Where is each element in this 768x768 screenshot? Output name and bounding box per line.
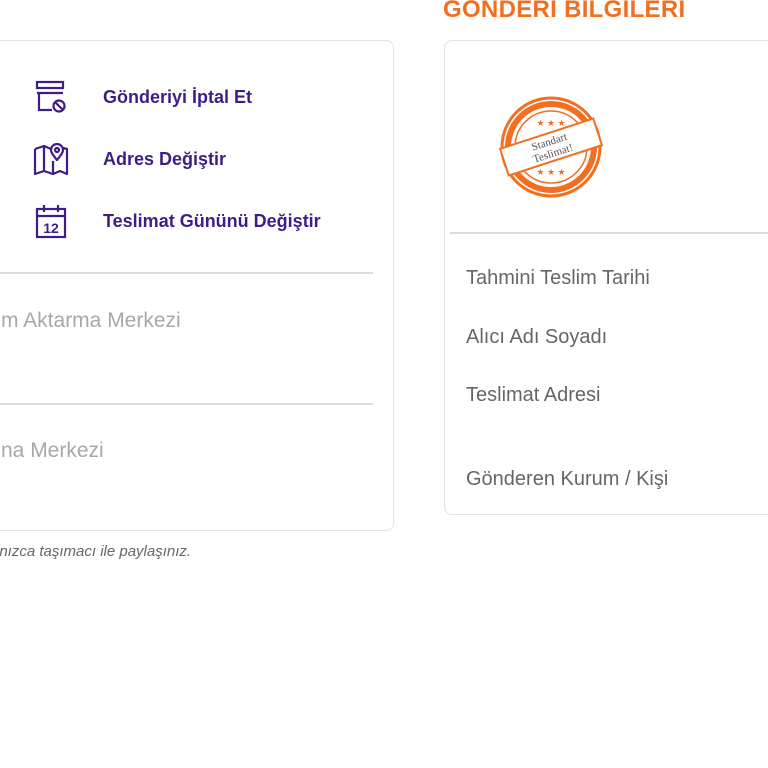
estimated-delivery-date-label: Tahmini Teslim Tarihi — [466, 267, 650, 289]
divider — [0, 403, 373, 405]
shipment-actions-card: Gönderiyi İptal Et Adres Değiştir 12 Tes… — [0, 40, 394, 531]
sender-label: Gönderen Kurum / Kişi — [466, 468, 669, 490]
destination-center-name: na Merkezi — [1, 439, 104, 462]
divider — [0, 272, 373, 274]
delivery-address-label: Teslimat Adresi — [466, 384, 601, 406]
section-title: GÖNDERİ BİLGİLERİ — [443, 0, 686, 23]
change-address-button[interactable]: Adres Değiştir — [33, 141, 226, 177]
change-address-label: Adres Değiştir — [103, 148, 227, 169]
svg-text:★ ★ ★: ★ ★ ★ — [536, 118, 565, 128]
map-pin-icon — [33, 141, 69, 177]
cancel-shipment-label: Gönderiyi İptal Et — [103, 86, 253, 107]
cancel-shipment-icon — [33, 79, 69, 115]
divider — [450, 232, 768, 234]
cancel-shipment-button[interactable]: Gönderiyi İptal Et — [33, 79, 252, 115]
transfer-center-name: m Aktarma Merkezi — [1, 309, 181, 332]
calendar-12-icon: 12 — [33, 203, 69, 239]
privacy-footnote: lnızca taşımacı ile paylaşınız. — [0, 543, 192, 560]
standard-delivery-stamp-icon: ★ ★ ★ ★ ★ ★ Standart Teslimat! — [498, 96, 604, 198]
calendar-day-number: 12 — [43, 220, 59, 236]
recipient-name-label: Alıcı Adı Soyadı — [466, 326, 608, 348]
svg-text:★ ★ ★: ★ ★ ★ — [536, 167, 565, 177]
change-delivery-day-label: Teslimat Gününü Değiştir — [103, 210, 321, 231]
change-delivery-day-button[interactable]: 12 Teslimat Gününü Değiştir — [33, 203, 321, 239]
